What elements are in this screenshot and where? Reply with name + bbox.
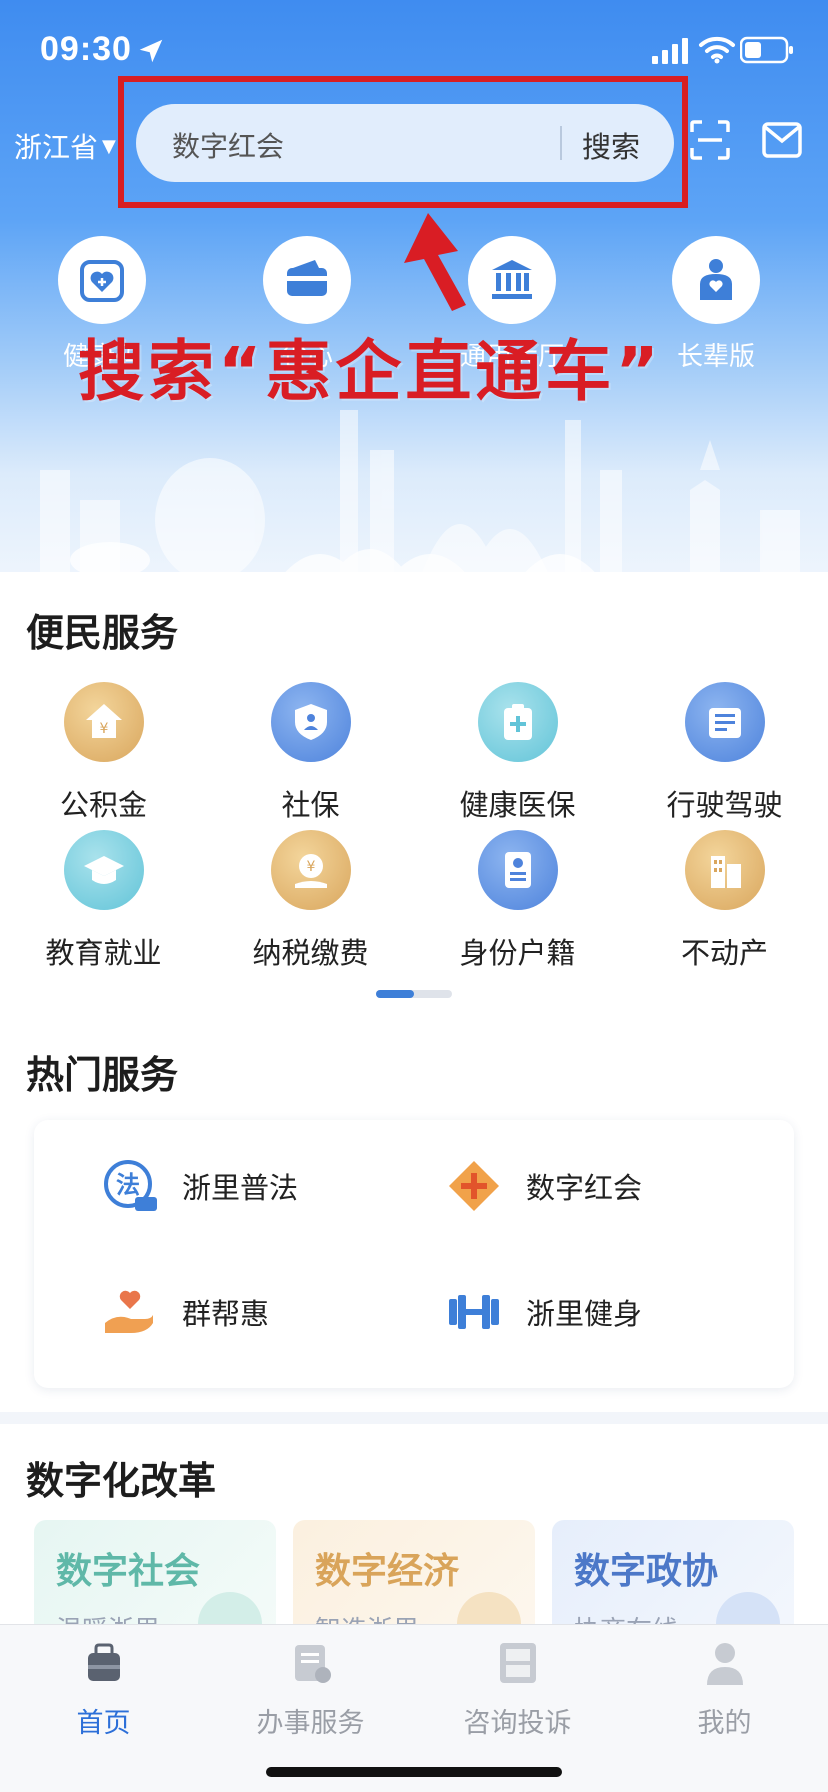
- service-label: 教育就业: [45, 936, 162, 970]
- tab-label: 办事服务: [256, 1708, 365, 1739]
- social-security-icon: [270, 682, 351, 762]
- service-driving[interactable]: 行驶驾驶: [621, 682, 828, 824]
- service-label: 公积金: [59, 788, 147, 822]
- hot-service-law[interactable]: 法 浙里普法: [100, 1156, 298, 1216]
- tab-complaints[interactable]: 咨询投诉: [414, 1639, 621, 1740]
- profile-icon: [706, 1643, 743, 1685]
- elder-person-icon: [672, 236, 760, 324]
- tab-label: 咨询投诉: [463, 1708, 572, 1739]
- tab-label: 我的: [697, 1708, 752, 1739]
- medical-insurance-icon: [477, 682, 558, 762]
- search-placeholder: 数字红会: [172, 130, 285, 163]
- education-cap-icon: [63, 830, 144, 910]
- province-label: 浙江省: [14, 131, 99, 164]
- service-label: 纳税缴费: [252, 936, 369, 970]
- convenience-services-section: 便民服务 ¥ 公积金 社保 健康医保 行驶驾驶 教育就业 ¥ 纳税缴费 身份户籍…: [0, 572, 828, 1012]
- id-card-icon: [477, 830, 558, 910]
- hot-service-label: 浙里普法: [182, 1171, 299, 1205]
- reform-card-title: 数字社会: [56, 1551, 201, 1592]
- housing-fund-icon: ¥: [63, 682, 144, 762]
- battery-icon: [740, 36, 793, 64]
- reform-card-economy[interactable]: 数字经济 智造浙里: [293, 1520, 535, 1640]
- law-badge-icon: 法: [100, 1156, 160, 1216]
- scan-icon[interactable]: [690, 120, 730, 160]
- service-document-icon: [294, 1645, 331, 1683]
- hot-service-red-cross[interactable]: 数字红会: [444, 1156, 642, 1216]
- card-wallet-icon: [263, 236, 351, 324]
- dumbbell-icon: [444, 1282, 504, 1342]
- reform-card-society[interactable]: 数字社会 温暖浙里: [34, 1520, 276, 1640]
- service-housing-fund[interactable]: ¥ 公积金: [0, 682, 207, 824]
- annotation-arrow-icon: [404, 213, 466, 311]
- province-selector[interactable]: 浙江省 ▼: [14, 126, 116, 166]
- hot-services-card: 法 浙里普法 数字红会 群帮惠 浙里健身: [34, 1120, 794, 1388]
- complaint-icon: [499, 1643, 536, 1683]
- section-title: 便民服务: [26, 611, 179, 655]
- red-cross-diamond-icon: [444, 1156, 504, 1216]
- quick-entry-elder[interactable]: 长辈版: [651, 236, 781, 373]
- page-indicator-active: [376, 990, 414, 998]
- search-input[interactable]: 数字红会 搜索: [136, 104, 674, 182]
- service-real-estate[interactable]: 不动产: [621, 830, 828, 972]
- reform-card-title: 数字经济: [315, 1551, 460, 1592]
- bottom-tab-bar: 首页 办事服务 咨询投诉 我的: [0, 1624, 828, 1792]
- reform-card-cppcc[interactable]: 数字政协 协商在线: [552, 1520, 794, 1640]
- health-heart-icon: [58, 236, 146, 324]
- heart-hand-icon: [100, 1282, 160, 1342]
- location-arrow-icon: [139, 39, 163, 63]
- service-medical-insurance[interactable]: 健康医保: [414, 682, 621, 824]
- driving-license-icon: [684, 682, 765, 762]
- hot-service-label: 群帮惠: [182, 1297, 270, 1331]
- service-education[interactable]: 教育就业: [0, 830, 207, 972]
- caret-down-icon: ▼: [102, 135, 116, 157]
- tab-profile[interactable]: 我的: [621, 1639, 828, 1740]
- search-button[interactable]: 搜索: [582, 124, 640, 166]
- tab-label: 首页: [76, 1708, 131, 1739]
- service-label: 不动产: [680, 936, 768, 970]
- annotation-text: 搜索“惠企直通车”: [78, 333, 663, 410]
- home-icon: [87, 1643, 120, 1681]
- service-label: 身份户籍: [459, 936, 576, 970]
- tab-services[interactable]: 办事服务: [207, 1639, 414, 1740]
- service-label: 社保: [281, 788, 340, 822]
- cellular-signal-icon: [652, 38, 688, 64]
- reform-card-title: 数字政协: [574, 1551, 719, 1592]
- tax-payment-icon: ¥: [270, 830, 351, 910]
- svg-text:法: 法: [116, 1171, 140, 1199]
- mail-icon[interactable]: [762, 122, 802, 158]
- status-time: 09:30: [40, 30, 132, 68]
- service-label: 健康医保: [459, 788, 576, 822]
- hero-banner: 09:30 浙江省 ▼ 数字红会 搜索 健康码 省心 通用大厅 长辈版 搜索“惠…: [0, 0, 828, 578]
- svg-text:¥: ¥: [306, 859, 315, 875]
- quick-entry-label: 长辈版: [676, 342, 755, 372]
- home-indicator: [266, 1767, 562, 1777]
- section-title: 数字化改革: [26, 1459, 217, 1503]
- tab-home[interactable]: 首页: [0, 1639, 207, 1740]
- real-estate-icon: [684, 830, 765, 910]
- city-skyline-illustration: [40, 410, 800, 578]
- service-social-security[interactable]: 社保: [207, 682, 414, 824]
- service-label: 行驶驾驶: [666, 788, 783, 822]
- hot-service-help[interactable]: 群帮惠: [100, 1282, 269, 1342]
- service-tax[interactable]: ¥ 纳税缴费: [207, 830, 414, 972]
- search-divider: [560, 126, 562, 160]
- wifi-icon: [699, 36, 735, 64]
- hot-services-section: 热门服务 法 浙里普法 数字红会 群帮惠 浙里健身: [0, 1012, 828, 1412]
- page-indicator: [376, 990, 452, 998]
- section-title: 热门服务: [26, 1053, 179, 1097]
- hot-service-label: 数字红会: [526, 1171, 643, 1205]
- svg-text:¥: ¥: [99, 721, 108, 737]
- hot-service-fitness[interactable]: 浙里健身: [444, 1282, 642, 1342]
- hot-service-label: 浙里健身: [526, 1297, 643, 1331]
- service-identity[interactable]: 身份户籍: [414, 830, 621, 972]
